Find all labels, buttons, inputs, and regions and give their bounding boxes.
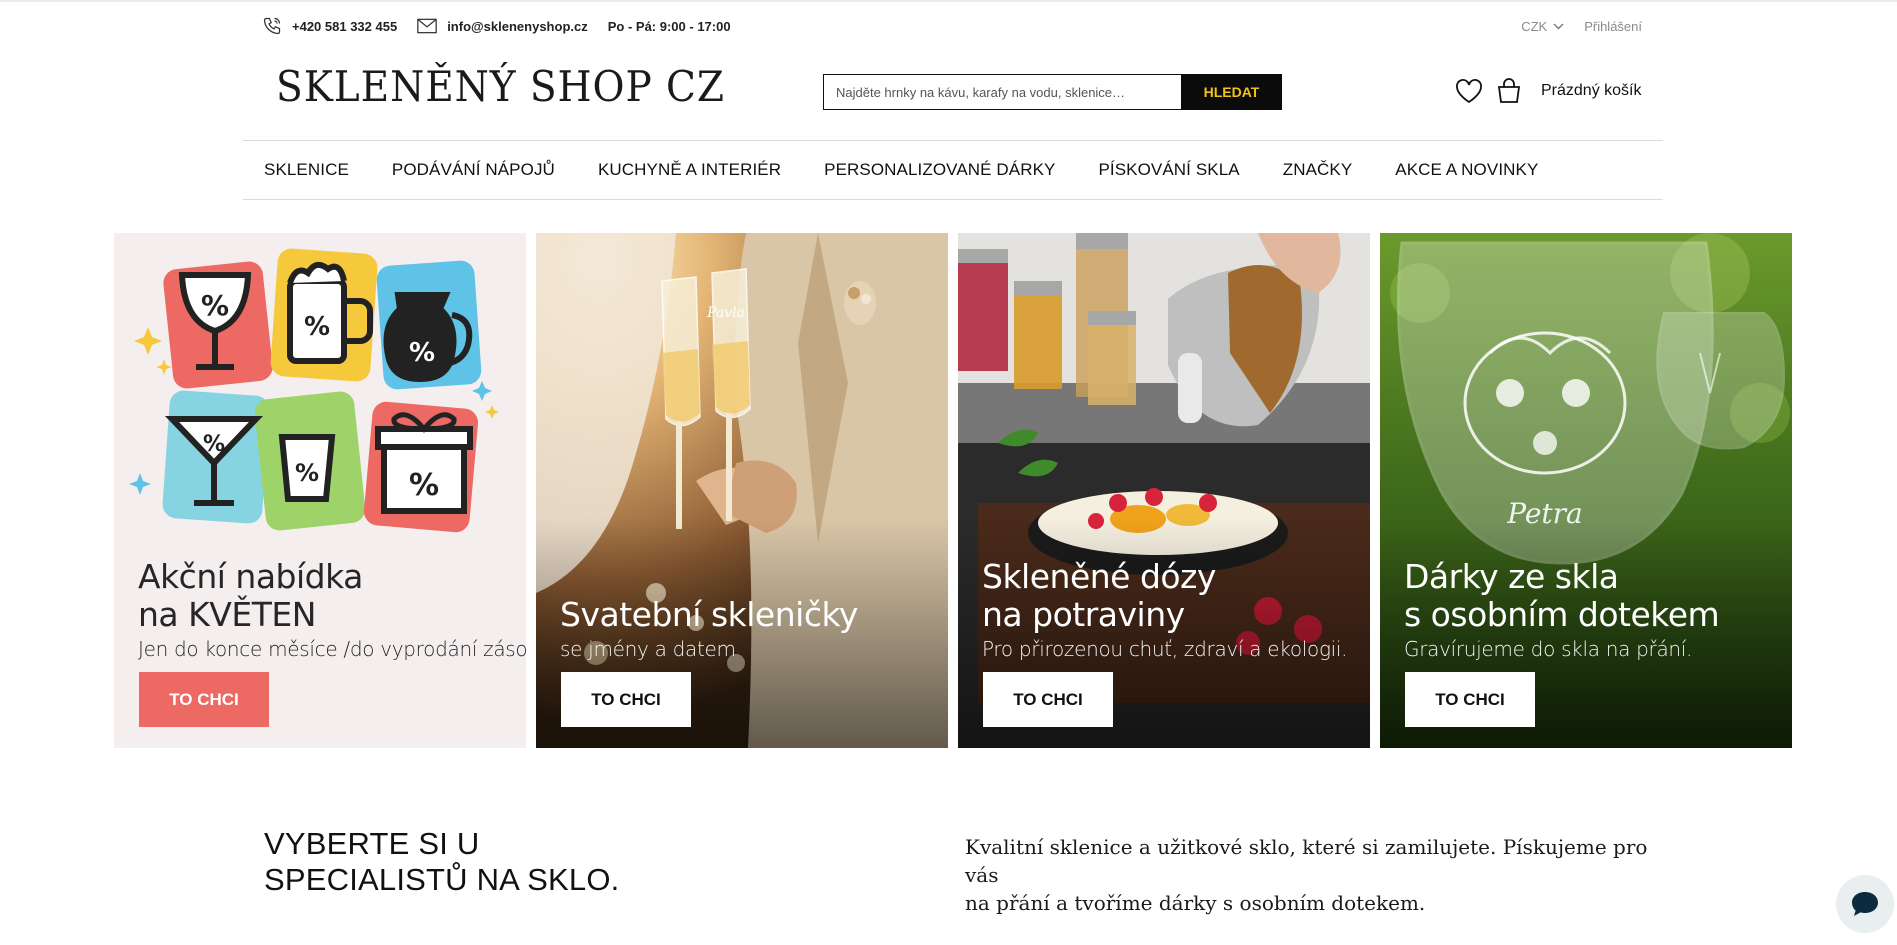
banner-subtitle: se jmény a datem [560, 637, 736, 661]
promo-illustration: % % % % % % [114, 233, 526, 748]
phone-icon [263, 17, 281, 35]
cart-status[interactable]: Prázdný košík [1541, 82, 1641, 100]
banner-title-line1: Dárky ze skla [1404, 557, 1619, 596]
banner-title: Skleněné dózy na potraviny [982, 558, 1216, 634]
to-chci-button[interactable]: TO CHCI [561, 672, 691, 727]
svg-text:%: % [409, 338, 435, 368]
banner-title-line2: na KVĚTEN [138, 595, 316, 634]
nav-item-kuchyne-interier[interactable]: KUCHYNĚ A INTERIÉR [598, 160, 781, 180]
svg-text:%: % [203, 432, 225, 457]
top-border [0, 0, 1897, 2]
cart-button[interactable] [1497, 78, 1521, 104]
to-chci-button[interactable]: TO CHCI [139, 672, 269, 727]
search-button[interactable]: HLEDAT [1181, 74, 1282, 110]
svg-text:%: % [304, 312, 330, 342]
banner-title: Svatební skleničky [560, 596, 858, 634]
intro-heading-line2: SPECIALISTŮ NA SKLO. [264, 862, 620, 897]
intro-text-line2: na přání a tvoříme dárky s osobním dotek… [965, 891, 1426, 915]
main-navigation: SKLENICE PODÁVÁNÍ NÁPOJŮ KUCHYNĚ A INTER… [243, 140, 1663, 200]
heart-icon [1456, 78, 1482, 103]
intro-text: Kvalitní sklenice a užitkové sklo, které… [965, 833, 1665, 917]
banner-title-line1: Skleněné dózy [982, 557, 1216, 596]
banner-subtitle: Pro přirozenou chuť, zdraví a ekologii. [982, 637, 1348, 661]
intro-text-line1: Kvalitní sklenice a užitkové sklo, které… [965, 835, 1648, 887]
search-input[interactable] [823, 74, 1181, 110]
nav-item-sklenice[interactable]: SKLENICE [264, 160, 349, 180]
banner-title-line1: Akční nabídka [138, 557, 363, 596]
email-contact[interactable]: info@sklenenyshop.cz [417, 18, 588, 34]
opening-hours: Po - Pá: 9:00 - 17:00 [608, 19, 731, 34]
top-contact-bar: +420 581 332 455 info@sklenenyshop.cz Po… [262, 14, 1642, 38]
intro-heading: VYBERTE SI U SPECIALISTŮ NA SKLO. [264, 826, 619, 898]
phone-number: +420 581 332 455 [292, 18, 398, 34]
nav-item-personalizovane-darky[interactable]: PERSONALIZOVANÉ DÁRKY [824, 160, 1055, 180]
percent-sign: % [201, 289, 229, 322]
currency-label: CZK [1521, 18, 1548, 34]
wishlist-button[interactable] [1455, 78, 1483, 104]
nav-item-znacky[interactable]: ZNAČKY [1283, 160, 1353, 180]
phone-contact[interactable]: +420 581 332 455 [262, 16, 397, 36]
svg-text:%: % [295, 459, 319, 487]
promo-banners: % % % % % % Akční nabídka na KVĚTEN Jen … [114, 233, 1792, 748]
site-logo[interactable]: SKLENĚNÝ SHOP CZ [276, 62, 725, 111]
search-form: HLEDAT [823, 74, 1282, 110]
header-icons: Prázdný košík [1455, 76, 1641, 106]
banner-title: Akční nabídka na KVĚTEN [138, 558, 363, 634]
opening-hours-text: Po - Pá: 9:00 - 17:00 [607, 18, 731, 34]
banner-wedding-glasses[interactable]: Pavla Svatební skleničky se jmény a date… [536, 233, 948, 748]
banner-title-line2: Svatební skleničky [560, 595, 858, 634]
currency-selector[interactable]: CZK [1521, 19, 1564, 34]
login-link[interactable]: Přihlášení [1584, 19, 1642, 34]
chat-widget-button[interactable] [1836, 875, 1894, 933]
to-chci-button[interactable]: TO CHCI [983, 672, 1113, 727]
banner-glass-jars[interactable]: Skleněné dózy na potraviny Pro přirozeno… [958, 233, 1370, 748]
banner-promo-may[interactable]: % % % % % % Akční nabídka na KVĚTEN Jen … [114, 233, 526, 748]
banner-subtitle: Jen do konce měsíce /do vyprodání zásob. [138, 637, 526, 661]
banner-subtitle: Gravírujeme do skla na přání. [1404, 637, 1693, 661]
email-address: info@sklenenyshop.cz [447, 18, 588, 34]
chat-icon [1852, 892, 1878, 916]
chevron-down-icon [1553, 23, 1564, 29]
banner-title: Dárky ze skla s osobním dotekem [1404, 557, 1720, 634]
banner-engraved-gifts[interactable]: Petra Dárky ze skla s osobním dotekem Gr… [1380, 233, 1792, 748]
to-chci-button[interactable]: TO CHCI [1405, 672, 1535, 727]
nav-item-akce-novinky[interactable]: AKCE A NOVINKY [1395, 160, 1538, 180]
mail-icon [417, 18, 437, 34]
banner-title-line2: na potraviny [982, 595, 1185, 634]
svg-text:%: % [409, 468, 439, 503]
intro-heading-line1: VYBERTE SI U [264, 826, 480, 861]
banner-title-line2: s osobním dotekem [1404, 595, 1720, 634]
nav-item-podavani-napoju[interactable]: PODÁVÁNÍ NÁPOJŮ [392, 160, 555, 180]
account-area: CZK Přihlášení [1521, 14, 1642, 38]
engraving-text: Pavla [706, 305, 745, 321]
bag-icon [1497, 78, 1521, 103]
nav-item-piskovani-skla[interactable]: PÍSKOVÁNÍ SKLA [1098, 160, 1239, 180]
